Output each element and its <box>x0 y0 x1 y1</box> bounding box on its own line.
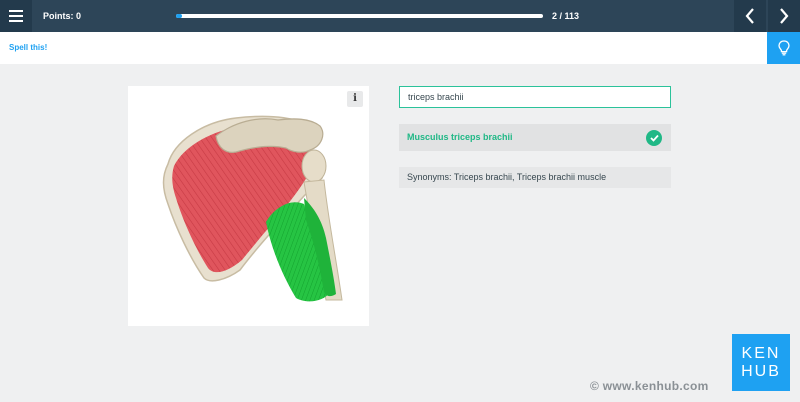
quiz-mode-bar: Spell this! <box>0 32 800 64</box>
chevron-right-icon <box>780 8 789 24</box>
top-bar: Points: 0 2 / 113 <box>0 0 800 32</box>
hamburger-icon <box>9 10 23 22</box>
lightbulb-icon <box>777 40 790 56</box>
answer-input[interactable] <box>399 86 671 108</box>
shoulder-muscles-illustration <box>162 115 343 302</box>
quiz-mode-title: Spell this! <box>9 43 48 52</box>
kenhub-logo[interactable]: KEN HUB <box>732 334 790 391</box>
info-button[interactable]: i <box>347 91 363 107</box>
correct-answer-box: Musculus triceps brachii <box>399 124 671 151</box>
copyright-url: © www.kenhub.com <box>590 379 709 393</box>
next-button[interactable] <box>768 0 800 32</box>
hint-button[interactable] <box>767 32 800 64</box>
logo-line-1: KEN <box>741 345 781 362</box>
check-icon <box>646 130 662 146</box>
question-counter: 2 / 113 <box>552 11 580 21</box>
synonyms-text: Synonyms: Triceps brachii, Triceps brach… <box>407 172 607 182</box>
progress-bar-fill <box>176 14 183 18</box>
synonyms-box: Synonyms: Triceps brachii, Triceps brach… <box>399 167 671 188</box>
progress-bar <box>176 14 543 18</box>
correct-answer-label: Musculus triceps brachii <box>407 132 513 142</box>
chevron-left-icon <box>745 8 754 24</box>
previous-button[interactable] <box>734 0 766 32</box>
points-counter: Points: 0 <box>43 11 82 21</box>
anatomy-image-card: i <box>128 86 369 326</box>
logo-line-2: HUB <box>741 363 781 380</box>
menu-button[interactable] <box>0 0 32 32</box>
